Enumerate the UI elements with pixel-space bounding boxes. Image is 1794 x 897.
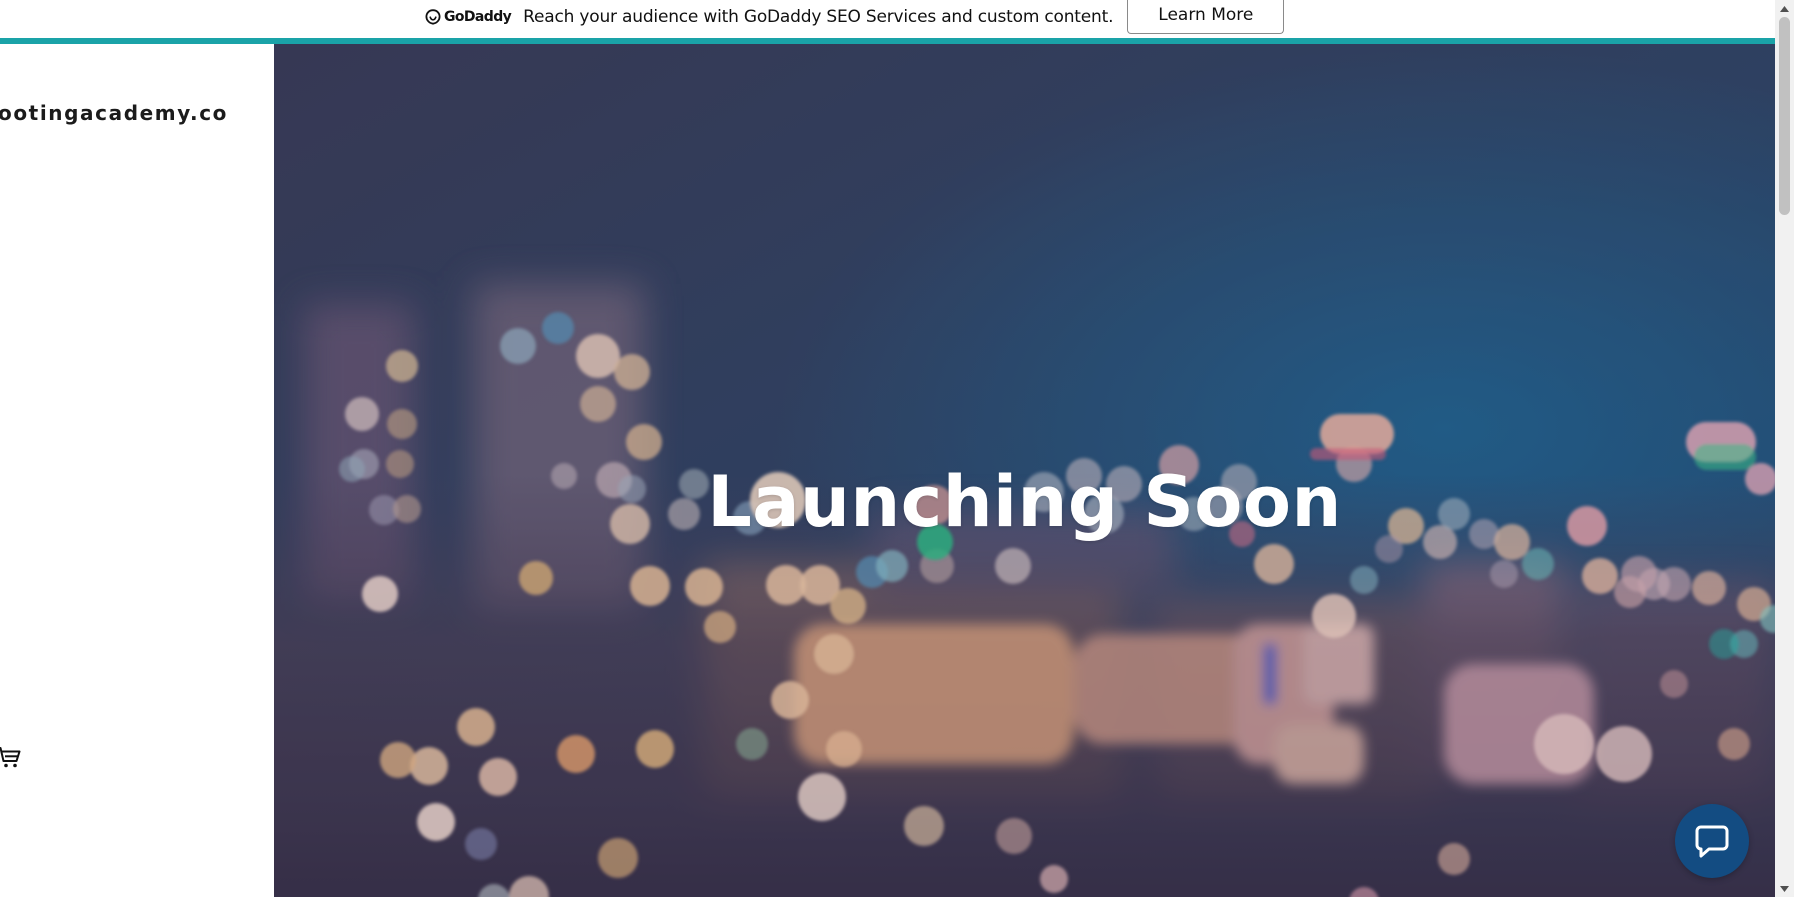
scroll-down-arrow-icon[interactable] (1775, 880, 1794, 897)
hero-section: Launching Soon (274, 44, 1775, 897)
scroll-up-arrow-icon[interactable] (1775, 0, 1794, 17)
page: GoDaddy Reach your audience with GoDaddy… (0, 0, 1794, 897)
hero-title: Launching Soon (707, 461, 1342, 543)
vertical-scrollbar[interactable] (1775, 0, 1794, 897)
sidebar: ootingacademy.co (0, 44, 274, 897)
chat-bubble-icon (1695, 825, 1729, 858)
scrollbar-thumb[interactable] (1779, 17, 1790, 215)
promo-banner: GoDaddy Reach your audience with GoDaddy… (0, 0, 1775, 44)
cart-icon[interactable] (0, 744, 22, 770)
godaddy-logo: GoDaddy (424, 8, 512, 26)
promo-message: Reach your audience with GoDaddy SEO Ser… (523, 6, 1114, 27)
promo-content: GoDaddy Reach your audience with GoDaddy… (424, 0, 1285, 34)
site-title[interactable]: ootingacademy.co (0, 101, 228, 125)
godaddy-logo-text: GoDaddy (444, 8, 512, 25)
chat-button[interactable] (1675, 804, 1749, 878)
godaddy-logo-icon (425, 8, 441, 25)
learn-more-button[interactable]: Learn More (1127, 0, 1285, 34)
